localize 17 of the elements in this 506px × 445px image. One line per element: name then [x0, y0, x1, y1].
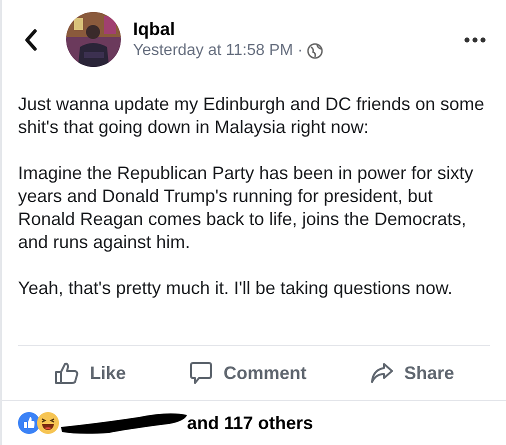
author-name[interactable]: Iqbal	[133, 18, 464, 40]
share-button[interactable]: Share	[370, 360, 454, 386]
more-icon[interactable]	[464, 36, 486, 42]
share-arrow-icon	[370, 362, 394, 384]
speech-bubble-icon	[189, 361, 214, 385]
post-paragraph: Yeah, that's pretty much it. I'll be taking questions now.	[18, 277, 454, 300]
laughing-reaction-icon	[37, 412, 59, 434]
globe-icon	[306, 42, 323, 58]
reaction-summary[interactable]: and 117 others	[187, 410, 314, 436]
post-time: Yesterday at 11:58 PM ·	[133, 40, 303, 60]
thumbs-up-icon	[54, 361, 80, 385]
post-paragraph: Imagine the Republican Party has been in power for sixty years and Donald Trump's running for president, but Ronald Reagan comes back to life, joins the Democrats, and runs against him.	[18, 162, 474, 254]
like-reaction-icon	[18, 412, 40, 434]
back-icon[interactable]	[24, 28, 38, 50]
comment-button[interactable]: Comment	[189, 360, 306, 386]
post-paragraph: Just wanna update my Edinburgh and DC friends on some shit's that going down in Malaysia right now:	[18, 93, 486, 139]
like-button[interactable]: Like	[54, 360, 126, 386]
